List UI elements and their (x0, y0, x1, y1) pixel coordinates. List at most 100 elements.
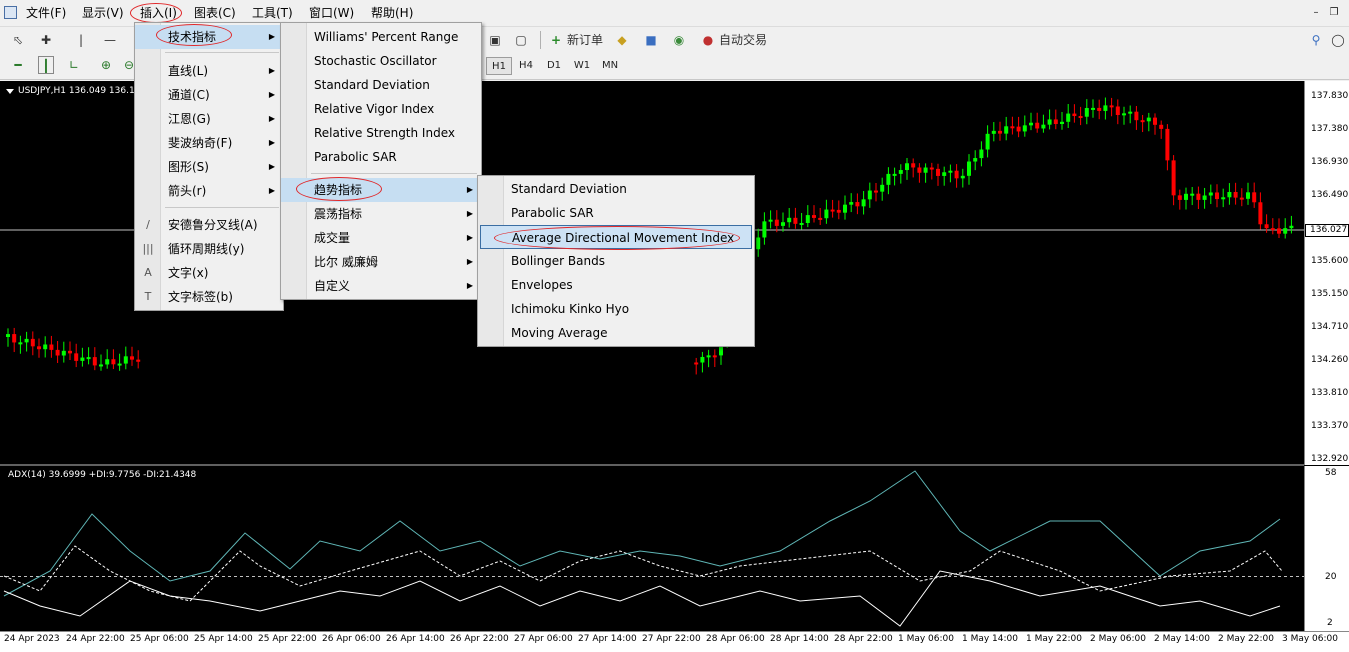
insert-menu-item-pitchfork[interactable]: ∕ 安德鲁分叉线(A) (135, 213, 283, 237)
zoom-in-icon[interactable]: ⊕ (98, 56, 114, 74)
candle-body (948, 170, 953, 173)
candle-body (1084, 108, 1089, 117)
insert-menu-item-fibonacci[interactable]: 斐波纳奇(F) ▶ (135, 131, 283, 155)
candle-body (43, 344, 48, 350)
indicator-level: 2 (1327, 618, 1333, 628)
submenu-arrow-icon: ▶ (268, 90, 275, 99)
search-icon[interactable]: ⚲ (1308, 31, 1324, 49)
auto-trading-button[interactable]: 自动交易 (719, 31, 779, 49)
minimize-icon[interactable]: – (1309, 6, 1323, 20)
candle-body (1227, 192, 1232, 198)
trend-moving-average[interactable]: Moving Average (478, 321, 754, 345)
adx-main-line (3, 470, 1281, 597)
candle-body (936, 168, 940, 176)
horizontal-line-icon[interactable]: — (102, 31, 118, 49)
navigator-icon[interactable]: ■ (643, 31, 659, 49)
insert-menu-item-arrows[interactable]: 箭头(r) ▶ (135, 179, 283, 203)
insert-menu-item-text[interactable]: A 文字(x) (135, 261, 283, 285)
new-order-button[interactable]: 新订单 (567, 31, 607, 49)
zoom-out-icon[interactable]: ⊖ (124, 56, 134, 74)
timeframe-h1[interactable]: H1 (486, 57, 512, 75)
separator (540, 31, 541, 49)
price-label: 135.600 (1311, 256, 1349, 266)
insert-menu-item-cycle-lines[interactable]: ||| 循环周期线(y) (135, 237, 283, 261)
indicator-group-volumes[interactable]: 成交量 ▶ (281, 226, 481, 250)
line-chart-icon[interactable]: ∟ (66, 56, 82, 74)
vertical-line-icon[interactable]: | (76, 31, 86, 49)
trend-bollinger-bands[interactable]: Bollinger Bands (478, 249, 754, 273)
candle-body (1004, 126, 1009, 134)
trend-average-directional-movement-index[interactable]: Average Directional Movement Index (480, 225, 752, 249)
candle-body (942, 172, 947, 176)
chart-title: USDJPY,H1 136.049 136.1 (18, 86, 135, 96)
menu-view[interactable]: 显示(V) (82, 6, 124, 20)
adx-indicator-title: ADX(14) 39.6999 +DI:9.7756 -DI:21.4348 (8, 470, 197, 480)
indicator-group-custom[interactable]: 自定义 ▶ (281, 274, 481, 298)
trend-standard-deviation[interactable]: Standard Deviation (478, 177, 754, 201)
candle-body (706, 355, 711, 358)
candle-body (855, 202, 860, 207)
candle-body (886, 173, 891, 185)
time-label: 28 Apr 14:00 (770, 634, 829, 644)
insert-menu-item-indicators[interactable]: 技术指标 ▶ (135, 25, 283, 49)
new-order-icon[interactable]: + (548, 31, 564, 49)
insert-menu-item-text-label[interactable]: T 文字标签(b) (135, 285, 283, 309)
candle-body (68, 350, 72, 354)
crosshair-icon[interactable]: ✚ (38, 31, 54, 49)
indicator-level: 20 (1325, 572, 1337, 582)
indicator-relative-strength-index[interactable]: Relative Strength Index (281, 121, 481, 145)
indicator-williams-percent-range[interactable]: Williams' Percent Range (281, 25, 481, 49)
trend-submenu: Standard Deviation Parabolic SAR Average… (477, 175, 755, 347)
menu-item-label: 成交量 (314, 231, 351, 245)
cursor-icon[interactable]: ⬁ (10, 31, 26, 49)
timeframe-h4[interactable]: H4 (513, 57, 539, 75)
indicator-group-bill-williams[interactable]: 比尔 威廉姆 ▶ (281, 250, 481, 274)
insert-menu-item-channels[interactable]: 通道(C) ▶ (135, 83, 283, 107)
indicator-group-oscillators[interactable]: 震荡指标 ▶ (281, 202, 481, 226)
menu-window[interactable]: 窗口(W) (309, 6, 354, 20)
candle-body (1134, 111, 1139, 121)
candle-body (774, 219, 779, 226)
menu-help[interactable]: 帮助(H) (371, 6, 413, 20)
candle-body (824, 209, 829, 219)
price-label: 134.710 (1311, 322, 1349, 332)
insert-menu-item-lines[interactable]: 直线(L) ▶ (135, 59, 283, 83)
menu-file[interactable]: 文件(F) (26, 6, 66, 20)
timeframe-d1[interactable]: D1 (541, 57, 567, 75)
indicator-standard-deviation[interactable]: Standard Deviation (281, 73, 481, 97)
candle-body (694, 362, 699, 365)
timeframe-mn[interactable]: MN (597, 57, 623, 75)
template-icon[interactable]: ▣ (487, 31, 503, 49)
timeframe-w1[interactable]: W1 (569, 57, 595, 75)
chart-menu-arrow-icon[interactable] (6, 89, 14, 94)
indicator-parabolic-sar[interactable]: Parabolic SAR (281, 145, 481, 169)
candlestick-icon[interactable]: ┃ (38, 56, 54, 74)
chat-icon[interactable]: ◯ (1330, 31, 1346, 49)
candle-body (768, 219, 773, 222)
signals-icon[interactable]: ◉ (671, 31, 687, 49)
menu-tools[interactable]: 工具(T) (252, 6, 293, 20)
auto-trading-icon[interactable]: ● (700, 31, 716, 49)
indicator-stochastic-oscillator[interactable]: Stochastic Oscillator (281, 49, 481, 73)
candle-body (12, 334, 17, 343)
trend-parabolic-sar[interactable]: Parabolic SAR (478, 201, 754, 225)
indicator-relative-vigor-index[interactable]: Relative Vigor Index (281, 97, 481, 121)
candle-body (117, 363, 122, 366)
bar-chart-icon[interactable]: ━ (10, 56, 26, 74)
menu-insert[interactable]: 插入(I) (140, 6, 177, 20)
trend-ichimoku-kinko-hyo[interactable]: Ichimoku Kinko Hyo (478, 297, 754, 321)
zoom-chart-icon[interactable]: ▢ (513, 31, 529, 49)
menu-item-label: Parabolic SAR (314, 150, 397, 164)
insert-menu-item-shapes[interactable]: 图形(S) ▶ (135, 155, 283, 179)
candle-body (1171, 160, 1176, 196)
insert-menu-item-gann[interactable]: 江恩(G) ▶ (135, 107, 283, 131)
trend-envelopes[interactable]: Envelopes (478, 273, 754, 297)
menu-charts[interactable]: 图表(C) (194, 6, 236, 20)
market-watch-icon[interactable]: ◆ (614, 31, 630, 49)
indicator-group-trend[interactable]: 趋势指标 ▶ (281, 178, 481, 202)
restore-icon[interactable]: ❐ (1327, 6, 1341, 20)
menu-separator (165, 207, 279, 208)
candle-body (136, 359, 141, 362)
insert-menu: 技术指标 ▶ 直线(L) ▶ 通道(C) ▶ 江恩(G) ▶ 斐波纳奇(F) ▶ 图形(S… (134, 22, 284, 311)
candle-body (979, 149, 984, 159)
